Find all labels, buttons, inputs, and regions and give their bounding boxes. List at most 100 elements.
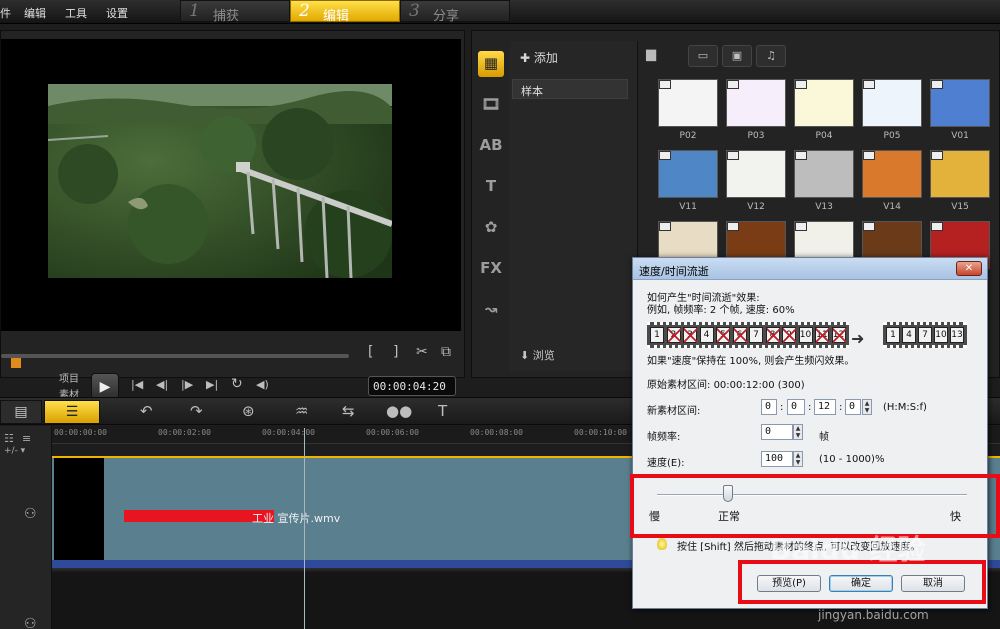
media-thumbnail[interactable] bbox=[658, 150, 718, 198]
audio-mix-icon[interactable]: ♒ bbox=[295, 402, 308, 420]
step-share[interactable]: 3 分享 bbox=[400, 0, 510, 24]
media-thumbnail[interactable] bbox=[794, 150, 854, 198]
media-thumbnail[interactable] bbox=[930, 150, 990, 198]
scrub-handle[interactable] bbox=[11, 358, 21, 368]
timeline-view-icon[interactable]: ☰ bbox=[44, 400, 100, 424]
close-icon[interactable]: ✕ bbox=[956, 261, 982, 276]
menu-settings[interactable]: 设置 bbox=[106, 5, 128, 21]
menu-edit[interactable]: 编辑 bbox=[24, 5, 46, 21]
photo-filter-icon[interactable]: ▣ bbox=[722, 45, 752, 67]
media-thumbnail[interactable] bbox=[930, 79, 990, 127]
library-folders: ✚ 添加 样本 ⬇ 浏览 bbox=[510, 41, 638, 371]
new-minutes-field[interactable]: 0 bbox=[787, 399, 805, 415]
menu-file[interactable]: 件 bbox=[0, 5, 11, 21]
speed-field[interactable]: 100 bbox=[761, 451, 793, 467]
ruler-tick-label: 00:00:10:00 bbox=[574, 428, 627, 437]
folder-sample[interactable]: 样本 bbox=[512, 79, 628, 99]
separator: : bbox=[808, 402, 812, 413]
original-value: 00:00:12:00 (300) bbox=[713, 380, 805, 391]
film-frame: 11 bbox=[815, 327, 829, 343]
next-frame-icon[interactable]: |▶ bbox=[181, 378, 193, 391]
media-thumbnail[interactable] bbox=[658, 79, 718, 127]
film-frame: 13 bbox=[950, 327, 964, 343]
media-thumbnail[interactable] bbox=[726, 150, 786, 198]
thumbnail-label: V12 bbox=[747, 202, 765, 212]
folder-icon[interactable]: ▆ bbox=[646, 47, 656, 62]
separator: : bbox=[839, 402, 843, 413]
ruler-tick-label: 00:00:08:00 bbox=[470, 428, 523, 437]
ruler-tick-label: 00:00:00:00 bbox=[54, 428, 107, 437]
track-list-icon[interactable]: ≡ bbox=[22, 432, 31, 445]
auto-music-icon[interactable]: ⇆ bbox=[342, 402, 355, 420]
video-clip-icon bbox=[931, 151, 943, 160]
fx-icon[interactable]: FX bbox=[478, 256, 504, 282]
redo-icon[interactable]: ↷ bbox=[190, 402, 203, 420]
home-icon[interactable]: |◀ bbox=[131, 378, 143, 391]
record-icon[interactable]: ⊛ bbox=[242, 402, 255, 420]
subtitle-icon[interactable]: T bbox=[438, 402, 447, 420]
flicker-note: 如果"速度"保持在 100%, 则会产生频闪效果。 bbox=[647, 356, 855, 367]
prev-frame-icon[interactable]: ◀| bbox=[156, 378, 168, 391]
motion-track-icon[interactable]: ●● bbox=[386, 402, 412, 420]
thumbnail-label: V14 bbox=[883, 202, 901, 212]
playhead-line[interactable] bbox=[304, 428, 305, 629]
scrub-bar[interactable] bbox=[1, 354, 349, 358]
mode-project[interactable]: 项目 bbox=[59, 372, 79, 388]
watermark-url: jingyan.baidu.com bbox=[818, 608, 929, 622]
filmstrip-before: 1 2 3 4 5 6 7 8 9 10 11 12 bbox=[647, 322, 849, 348]
film-frame: 1 bbox=[650, 327, 664, 343]
media-thumbnail[interactable] bbox=[794, 79, 854, 127]
duration-spinner[interactable]: ▲ ▼ bbox=[862, 399, 872, 415]
mark-in-button[interactable]: [ bbox=[368, 344, 373, 360]
browse-icon: ⬇ bbox=[520, 349, 533, 362]
resize-icon[interactable]: ⧉ bbox=[441, 344, 451, 360]
ruler-tick-label: 00:00:04:00 bbox=[262, 428, 315, 437]
video-clip-icon bbox=[931, 222, 943, 231]
menu-tools[interactable]: 工具 bbox=[65, 5, 87, 21]
film-frame: 5 bbox=[716, 327, 730, 343]
step-label: 捕获 bbox=[213, 9, 240, 24]
watermark-logo: Baidu 经验 bbox=[770, 533, 926, 566]
volume-icon[interactable]: ◀) bbox=[256, 378, 269, 391]
new-frames-field[interactable]: 0 bbox=[845, 399, 861, 415]
media-icon[interactable]: ▦ bbox=[478, 51, 504, 77]
undo-icon[interactable]: ↶ bbox=[140, 402, 153, 420]
timecode-display[interactable]: 00:00:04:20 bbox=[368, 376, 456, 396]
step-edit[interactable]: 2 编辑 bbox=[290, 0, 400, 24]
video-filter-icon[interactable]: ▭ bbox=[688, 45, 718, 67]
add-folder-button[interactable]: ✚ 添加 bbox=[520, 49, 558, 66]
media-thumbnail[interactable] bbox=[726, 79, 786, 127]
media-thumbnail[interactable] bbox=[862, 79, 922, 127]
film-frame: 12 bbox=[831, 327, 846, 343]
media-thumbnail[interactable] bbox=[862, 150, 922, 198]
cut-icon[interactable]: ✂ bbox=[416, 344, 428, 360]
repeat-icon[interactable]: ↻ bbox=[231, 376, 243, 392]
graphics-icon[interactable]: ✿ bbox=[478, 215, 504, 241]
mark-out-button[interactable]: ] bbox=[393, 344, 398, 360]
transition-icon[interactable]: 🎞 bbox=[478, 92, 504, 118]
plus-icon: ✚ bbox=[520, 51, 534, 65]
video-clip-icon bbox=[931, 80, 943, 89]
browse-button[interactable]: ⬇ 浏览 bbox=[520, 347, 555, 363]
end-icon[interactable]: ▶| bbox=[206, 378, 218, 391]
fps-spinner[interactable]: ▲ ▼ bbox=[793, 424, 803, 440]
zoom-control-icon[interactable]: +/- ▾ bbox=[4, 446, 25, 456]
track-manager-icon[interactable]: ☷ bbox=[4, 432, 14, 445]
step-capture[interactable]: 1 捕获 bbox=[180, 0, 290, 24]
fps-field[interactable]: 0 bbox=[761, 424, 793, 440]
film-frame: 2 bbox=[666, 327, 681, 343]
video-clip-icon bbox=[727, 151, 739, 160]
new-seconds-field[interactable]: 12 bbox=[814, 399, 836, 415]
filmstrip-after: 1 4 7 10 13 bbox=[883, 322, 967, 348]
preview-panel: [ ] ✂ ⧉ 项目 素材 ▶ |◀ ◀| |▶ ▶| ↻ ◀) 00:00:0… bbox=[0, 30, 465, 401]
storyboard-view-icon[interactable]: ▤ bbox=[0, 400, 42, 424]
thumbnail-label: V11 bbox=[679, 202, 697, 212]
text-t-icon[interactable]: T bbox=[478, 174, 504, 200]
speed-spinner[interactable]: ▲ ▼ bbox=[793, 451, 803, 467]
video-clip-icon bbox=[795, 222, 807, 231]
path-icon[interactable]: ↝ bbox=[478, 297, 504, 323]
audio-filter-icon[interactable]: ♫ bbox=[756, 45, 786, 67]
title-ab-icon[interactable]: AB bbox=[478, 133, 504, 159]
new-hours-field[interactable]: 0 bbox=[761, 399, 777, 415]
step-label: 编辑 bbox=[323, 9, 350, 24]
